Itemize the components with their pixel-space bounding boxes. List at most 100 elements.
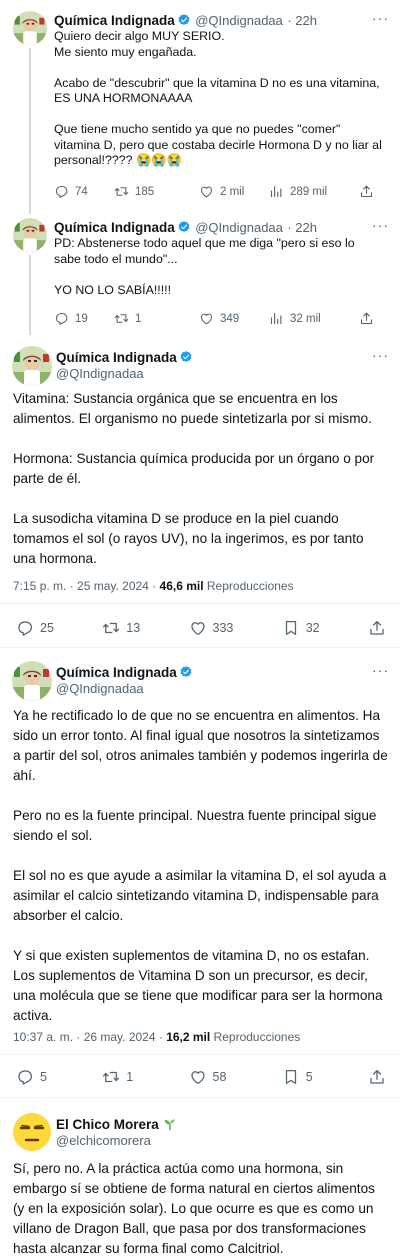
sprout-icon — [163, 1117, 177, 1136]
reply-icon — [16, 1068, 34, 1086]
tweet-text: Vitamina: Sustancia orgánica que se encu… — [13, 391, 375, 566]
more-options-icon[interactable]: ··· — [372, 217, 389, 233]
bookmark-button[interactable]: 5 — [282, 1068, 313, 1086]
like-button[interactable]: 58 — [189, 1068, 227, 1086]
tweet-actions: 5 1 58 5 — [16, 1068, 386, 1086]
avatar[interactable] — [13, 218, 47, 252]
bookmark-icon — [282, 619, 300, 637]
like-button[interactable]: 349 — [199, 311, 269, 326]
reply-count: 19 — [75, 312, 88, 325]
share-button[interactable] — [368, 1068, 386, 1086]
display-name[interactable]: Química Indignada — [56, 665, 177, 680]
bookmark-button[interactable]: 32 — [282, 619, 320, 637]
retweet-icon — [102, 1068, 120, 1086]
verified-badge-icon — [179, 350, 193, 369]
share-icon — [359, 184, 374, 199]
reply-icon — [16, 619, 34, 637]
like-count: 333 — [212, 621, 234, 635]
like-icon — [199, 311, 214, 326]
display-name[interactable]: El Chico Morera — [56, 1117, 159, 1132]
bookmark-count: 5 — [305, 1070, 313, 1084]
more-options-icon[interactable]: ··· — [372, 10, 389, 26]
tweet-actions: 19 1 349 32 mil — [54, 311, 374, 326]
reply-count: 74 — [75, 185, 88, 198]
user-handle[interactable]: @QIndignadaa — [195, 220, 283, 235]
views-button[interactable]: 289 mil — [269, 184, 359, 199]
retweet-button[interactable]: 1 — [114, 311, 199, 326]
avatar[interactable] — [12, 346, 52, 386]
retweet-icon — [102, 619, 120, 637]
retweet-count: 1 — [126, 1070, 134, 1084]
share-icon — [368, 619, 386, 637]
reply-button[interactable]: 5 — [16, 1068, 47, 1086]
like-count: 58 — [212, 1070, 227, 1084]
divider — [0, 603, 400, 604]
thread-line — [29, 48, 31, 214]
thread-line — [29, 255, 31, 335]
tweet-text: Ya he rectificado lo de que no se encuen… — [13, 708, 388, 1023]
verified-badge-icon — [179, 665, 193, 684]
views-button[interactable]: 32 mil — [269, 311, 359, 326]
avatar[interactable] — [12, 661, 52, 701]
tweet-timestamp[interactable]: 7:15 p. m. · 25 may. 2024 · — [13, 579, 160, 593]
divider — [0, 647, 400, 648]
more-options-icon[interactable]: ··· — [372, 347, 389, 363]
divider — [0, 1097, 400, 1098]
tweet-text: PD: Abstenerse todo aquel que me diga "p… — [54, 236, 355, 297]
retweet-count: 185 — [135, 185, 155, 198]
retweet-button[interactable]: 13 — [102, 619, 140, 637]
views-label: Reproducciones — [203, 579, 294, 593]
display-name[interactable]: Química Indignada — [54, 220, 175, 235]
reply-count: 5 — [40, 1070, 47, 1084]
share-icon — [359, 311, 374, 326]
share-button[interactable] — [359, 184, 374, 199]
display-name[interactable]: Química Indignada — [54, 13, 175, 28]
like-count: 349 — [220, 312, 240, 325]
views-icon — [269, 311, 284, 326]
like-count: 2 mil — [220, 185, 245, 198]
more-options-icon[interactable]: ··· — [372, 662, 389, 678]
reply-button[interactable]: 74 — [54, 184, 114, 199]
reply-button[interactable]: 19 — [54, 311, 114, 326]
reply-icon — [54, 184, 69, 199]
avatar[interactable] — [12, 1112, 52, 1152]
views-total: 16,2 mil — [166, 1030, 211, 1044]
divider — [0, 1054, 400, 1055]
tweet-text: Quiero decir algo MUY SERIO. Me siento m… — [54, 29, 382, 167]
retweet-count: 1 — [135, 312, 142, 325]
views-total: 46,6 mil — [159, 579, 204, 593]
tweet-time[interactable]: · 22h — [287, 13, 317, 28]
retweet-count: 13 — [126, 621, 141, 635]
avatar[interactable] — [13, 11, 47, 45]
like-icon — [189, 1068, 207, 1086]
user-handle[interactable]: @QIndignadaa — [56, 366, 144, 381]
share-button[interactable] — [359, 311, 374, 326]
views-count: 289 mil — [290, 185, 328, 198]
display-name[interactable]: Química Indignada — [56, 350, 177, 365]
tweet-text: Sí, pero no. A la práctica actúa como un… — [13, 1161, 375, 1256]
user-handle[interactable]: @QIndignadaa — [56, 681, 144, 696]
retweet-icon — [114, 184, 129, 199]
bookmark-icon — [282, 1068, 300, 1086]
tweet-timestamp[interactable]: 10:37 a. m. · 26 may. 2024 · — [13, 1030, 166, 1044]
user-handle[interactable]: @QIndignadaa — [195, 13, 283, 28]
reply-button[interactable]: 25 — [16, 619, 54, 637]
share-icon — [368, 1068, 386, 1086]
like-button[interactable]: 333 — [189, 619, 234, 637]
bookmark-count: 32 — [305, 621, 320, 635]
user-handle[interactable]: @elchicomorera — [56, 1133, 151, 1148]
tweet-actions: 74 185 2 mil 289 mil — [54, 184, 374, 199]
retweet-button[interactable]: 1 — [102, 1068, 133, 1086]
tweet-actions: 25 13 333 32 — [16, 619, 386, 637]
tweet-time[interactable]: · 22h — [287, 220, 317, 235]
views-count: 32 mil — [290, 312, 321, 325]
share-button[interactable] — [368, 619, 386, 637]
tweet-meta: 7:15 p. m. · 25 may. 2024 · 46,6 mil Rep… — [13, 579, 294, 593]
like-button[interactable]: 2 mil — [199, 184, 269, 199]
retweet-button[interactable]: 185 — [114, 184, 199, 199]
reply-icon — [54, 311, 69, 326]
reply-count: 25 — [40, 621, 54, 635]
like-icon — [199, 184, 214, 199]
like-icon — [189, 619, 207, 637]
retweet-icon — [114, 311, 129, 326]
